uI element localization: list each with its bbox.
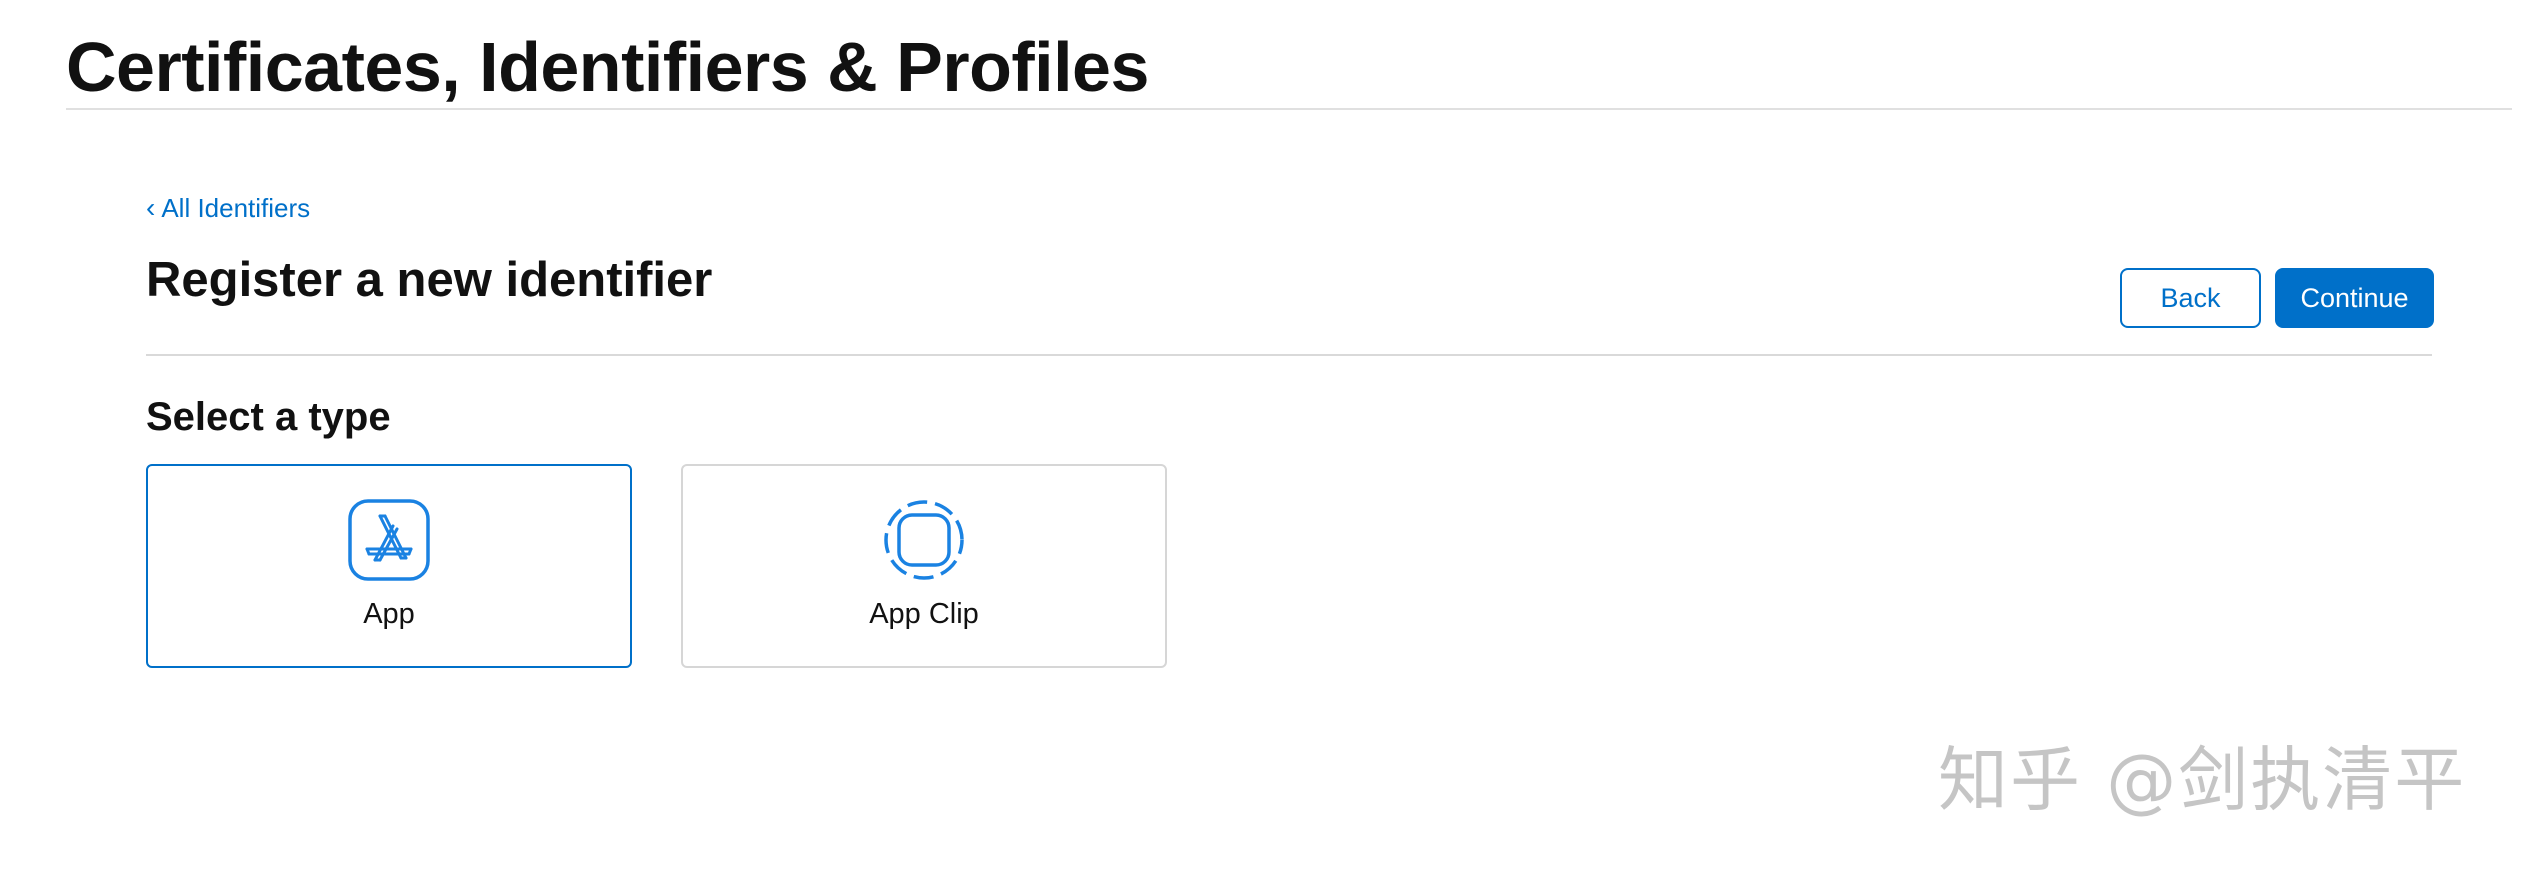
select-type-title: Select a type [146, 395, 391, 439]
type-option-app-clip-label: App Clip [869, 598, 979, 630]
type-option-app-clip[interactable]: App Clip [681, 464, 1167, 668]
page-title: Certificates, Identifiers & Profiles [66, 28, 1149, 106]
watermark: 知乎 @剑执清平 [1938, 739, 2467, 821]
chevron-left-icon: ‹ [146, 192, 156, 223]
all-identifiers-link[interactable]: ‹ All Identifiers [146, 190, 310, 226]
type-option-app-label: App [363, 598, 415, 630]
register-header: Register a new identifier [146, 248, 2432, 356]
back-button[interactable]: Back [2120, 268, 2261, 328]
register-title: Register a new identifier [146, 253, 713, 307]
continue-button[interactable]: Continue [2275, 268, 2434, 328]
type-option-app[interactable]: App [146, 464, 632, 668]
app-store-icon [348, 499, 430, 581]
app-clip-icon [884, 500, 964, 580]
main-content: ‹ All Identifiers Register a new identif… [146, 190, 2432, 356]
all-identifiers-label: All Identifiers [161, 193, 311, 223]
page-header: Certificates, Identifiers & Profiles [66, 26, 2512, 110]
